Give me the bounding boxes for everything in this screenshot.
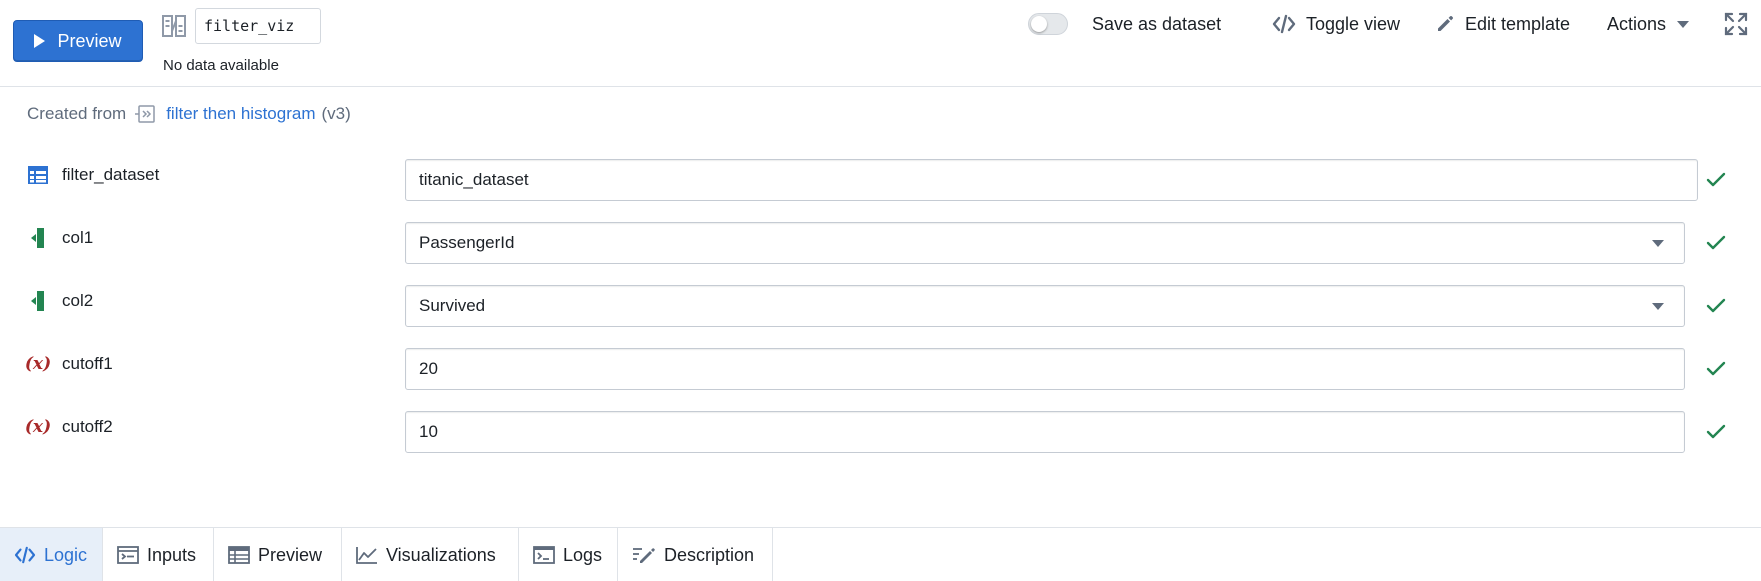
- col2-select[interactable]: Survived: [405, 285, 1685, 327]
- tab-inputs[interactable]: Inputs: [103, 528, 214, 581]
- save-as-dataset-label: Save as dataset: [1092, 13, 1222, 34]
- table-icon: [228, 546, 250, 564]
- tab-label: Preview: [258, 544, 323, 565]
- edit-template-label: Edit template: [1465, 13, 1571, 34]
- check-icon: [1706, 298, 1726, 313]
- caret-down-icon: [1677, 21, 1690, 28]
- param-row-filter-dataset: filter_dataset titanic_dataset: [0, 159, 1761, 203]
- preview-button[interactable]: Preview: [13, 20, 143, 62]
- variable-icon: (x): [24, 415, 52, 439]
- tab-visualizations[interactable]: Visualizations: [342, 528, 519, 581]
- edit-description-icon: [633, 548, 655, 563]
- inputs-icon: [117, 546, 139, 564]
- node-name-input[interactable]: filter_viz: [195, 8, 321, 44]
- variable-glyph: (x): [24, 354, 52, 374]
- toggle-view-label: Toggle view: [1306, 13, 1401, 34]
- toggle-switch[interactable]: [1028, 13, 1068, 35]
- actions-menu-button[interactable]: Actions: [1607, 10, 1690, 38]
- tab-label: Logs: [563, 544, 603, 565]
- column-icon: [26, 226, 50, 250]
- tab-description[interactable]: Description: [618, 528, 773, 581]
- code-node-icon: [162, 15, 186, 37]
- select-value: Survived: [419, 296, 486, 315]
- cutoff2-input[interactable]: 10: [405, 411, 1685, 453]
- data-status-text: No data available: [163, 57, 279, 74]
- created-from-prefix: Created from: [27, 104, 127, 123]
- caret-down-icon: [1652, 240, 1664, 247]
- param-label: col1: [62, 228, 94, 247]
- param-row-col1: col1 PassengerId: [0, 222, 1761, 266]
- toggle-view-button[interactable]: Toggle view: [1272, 10, 1400, 38]
- tab-preview[interactable]: Preview: [214, 528, 342, 581]
- template-version: (v3): [321, 104, 351, 123]
- line-chart-icon: [356, 547, 377, 564]
- preview-button-label: Preview: [57, 30, 122, 51]
- tab-label: Inputs: [147, 544, 197, 565]
- tab-logs[interactable]: Logs: [519, 528, 618, 581]
- check-icon: [1706, 172, 1726, 187]
- param-label: filter_dataset: [62, 165, 160, 184]
- check-icon: [1706, 424, 1726, 439]
- variable-icon: (x): [24, 352, 52, 376]
- param-label: col2: [62, 291, 94, 310]
- col1-select[interactable]: PassengerId: [405, 222, 1685, 264]
- param-row-cutoff1: (x) cutoff1 20: [0, 348, 1761, 392]
- param-label: cutoff2: [62, 417, 113, 436]
- column-icon: [26, 289, 50, 313]
- check-icon: [1706, 361, 1726, 376]
- play-icon: [34, 34, 46, 48]
- tab-logic[interactable]: Logic: [0, 528, 103, 581]
- toolbar: Preview filter_viz No data available Sav…: [0, 0, 1761, 87]
- param-row-cutoff2: (x) cutoff2 10: [0, 411, 1761, 455]
- tab-label: Description: [664, 544, 755, 565]
- bottom-tab-bar: Logic Inputs Preview Visualizations Logs…: [0, 527, 1761, 581]
- param-label: cutoff1: [62, 354, 113, 373]
- cutoff1-input[interactable]: 20: [405, 348, 1685, 390]
- created-from: Created from filter then histogram (v3): [27, 104, 351, 124]
- param-row-col2: col2 Survived: [0, 285, 1761, 329]
- dataset-table-icon: [26, 163, 50, 187]
- tab-label: Visualizations: [386, 544, 496, 565]
- console-icon: [533, 546, 555, 564]
- toggle-knob: [1031, 16, 1047, 32]
- template-icon: [135, 105, 155, 123]
- caret-down-icon: [1652, 303, 1664, 310]
- code-icon: [14, 546, 36, 564]
- select-value: PassengerId: [419, 233, 515, 252]
- dataset-input[interactable]: titanic_dataset: [405, 159, 1698, 201]
- code-icon: [1272, 14, 1296, 34]
- actions-label: Actions: [1607, 13, 1667, 34]
- variable-glyph: (x): [24, 417, 52, 437]
- edit-icon: [1438, 15, 1454, 31]
- fullscreen-icon[interactable]: [1724, 12, 1748, 36]
- tab-label: Logic: [44, 544, 88, 565]
- save-as-dataset-toggle[interactable]: Save as dataset: [1028, 12, 1221, 36]
- edit-template-button[interactable]: Edit template: [1435, 10, 1570, 38]
- template-link[interactable]: filter then histogram: [166, 104, 315, 124]
- check-icon: [1706, 235, 1726, 250]
